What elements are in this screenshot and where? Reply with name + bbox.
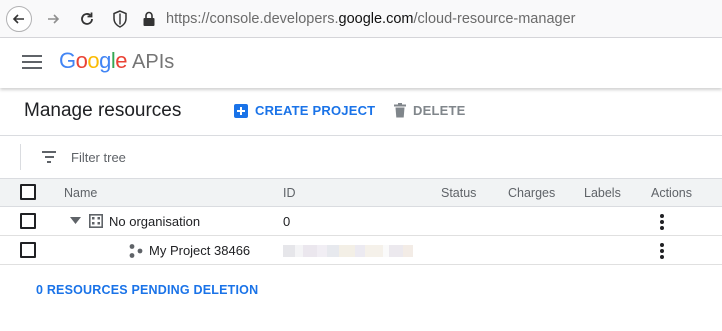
reload-icon bbox=[81, 12, 93, 25]
logo-letter: o bbox=[75, 48, 88, 73]
column-header-charges[interactable]: Charges bbox=[508, 186, 555, 200]
row-id: 0 bbox=[283, 214, 291, 229]
row-checkbox[interactable] bbox=[20, 242, 36, 258]
hamburger-menu-icon[interactable] bbox=[22, 55, 42, 71]
row-checkbox[interactable] bbox=[20, 213, 36, 229]
create-project-button[interactable]: CREATE PROJECT bbox=[234, 103, 375, 118]
url-text: https://console.developers.google.com/cl… bbox=[166, 11, 575, 27]
more-vert-icon[interactable] bbox=[660, 243, 664, 259]
select-all-checkbox[interactable] bbox=[20, 184, 36, 200]
redacted-project-id bbox=[283, 245, 413, 257]
expand-arrow-icon[interactable] bbox=[70, 217, 81, 225]
app-header: Google APIs bbox=[0, 38, 722, 88]
filter-list-icon bbox=[42, 151, 56, 163]
back-button[interactable] bbox=[6, 6, 32, 32]
row-name[interactable]: No organisation bbox=[109, 214, 200, 229]
table-row-project: My Project 38466 bbox=[0, 236, 722, 265]
column-header-labels[interactable]: Labels bbox=[584, 186, 621, 200]
arrow-right-icon bbox=[48, 14, 60, 24]
lock-icon bbox=[143, 11, 155, 26]
logo-letter: o bbox=[87, 48, 100, 73]
more-vert-icon[interactable] bbox=[660, 214, 664, 230]
add-box-icon bbox=[234, 103, 248, 118]
page-title: Manage resources bbox=[24, 100, 182, 121]
page-toolbar: Manage resources CREATE PROJECT DELETE bbox=[0, 88, 722, 136]
reload-button[interactable] bbox=[74, 6, 100, 32]
table-header: Name ID Status Charges Labels Actions bbox=[0, 178, 722, 207]
address-bar[interactable]: https://console.developers.google.com/cl… bbox=[106, 6, 718, 32]
row-name[interactable]: My Project 38466 bbox=[149, 243, 250, 258]
logo-letter: G bbox=[59, 48, 76, 73]
url-domain: google.com bbox=[338, 11, 414, 27]
building-icon bbox=[89, 214, 103, 228]
logo-letter: e bbox=[115, 48, 128, 73]
column-header-status[interactable]: Status bbox=[441, 186, 476, 200]
arrow-left-icon bbox=[12, 14, 24, 24]
shield-icon bbox=[113, 10, 127, 28]
trash-icon bbox=[394, 103, 406, 118]
column-header-name[interactable]: Name bbox=[64, 186, 97, 200]
create-project-label: CREATE PROJECT bbox=[255, 103, 376, 118]
forward-button[interactable] bbox=[40, 6, 66, 32]
logo-wordmark: Google bbox=[59, 48, 128, 74]
url-path: /cloud-resource-manager bbox=[413, 11, 576, 27]
pending-deletion-link[interactable]: 0 RESOURCES PENDING DELETION bbox=[36, 283, 258, 297]
column-header-actions: Actions bbox=[651, 186, 692, 200]
project-nodes-icon bbox=[129, 244, 143, 258]
google-apis-logo[interactable]: Google APIs bbox=[59, 48, 174, 74]
delete-button[interactable]: DELETE bbox=[394, 103, 465, 118]
divider bbox=[20, 144, 21, 170]
table-row-organisation: No organisation 0 bbox=[0, 207, 722, 236]
logo-suffix: APIs bbox=[132, 51, 175, 73]
filter-tree-input[interactable]: Filter tree bbox=[71, 150, 126, 165]
column-header-id[interactable]: ID bbox=[283, 186, 296, 200]
browser-toolbar: https://console.developers.google.com/cl… bbox=[0, 0, 722, 38]
resource-table: Name ID Status Charges Labels Actions No… bbox=[0, 178, 722, 265]
url-prefix: https://console.developers. bbox=[166, 11, 339, 27]
delete-label: DELETE bbox=[413, 103, 466, 118]
logo-letter: g bbox=[99, 48, 111, 73]
filter-bar: Filter tree bbox=[0, 136, 722, 178]
